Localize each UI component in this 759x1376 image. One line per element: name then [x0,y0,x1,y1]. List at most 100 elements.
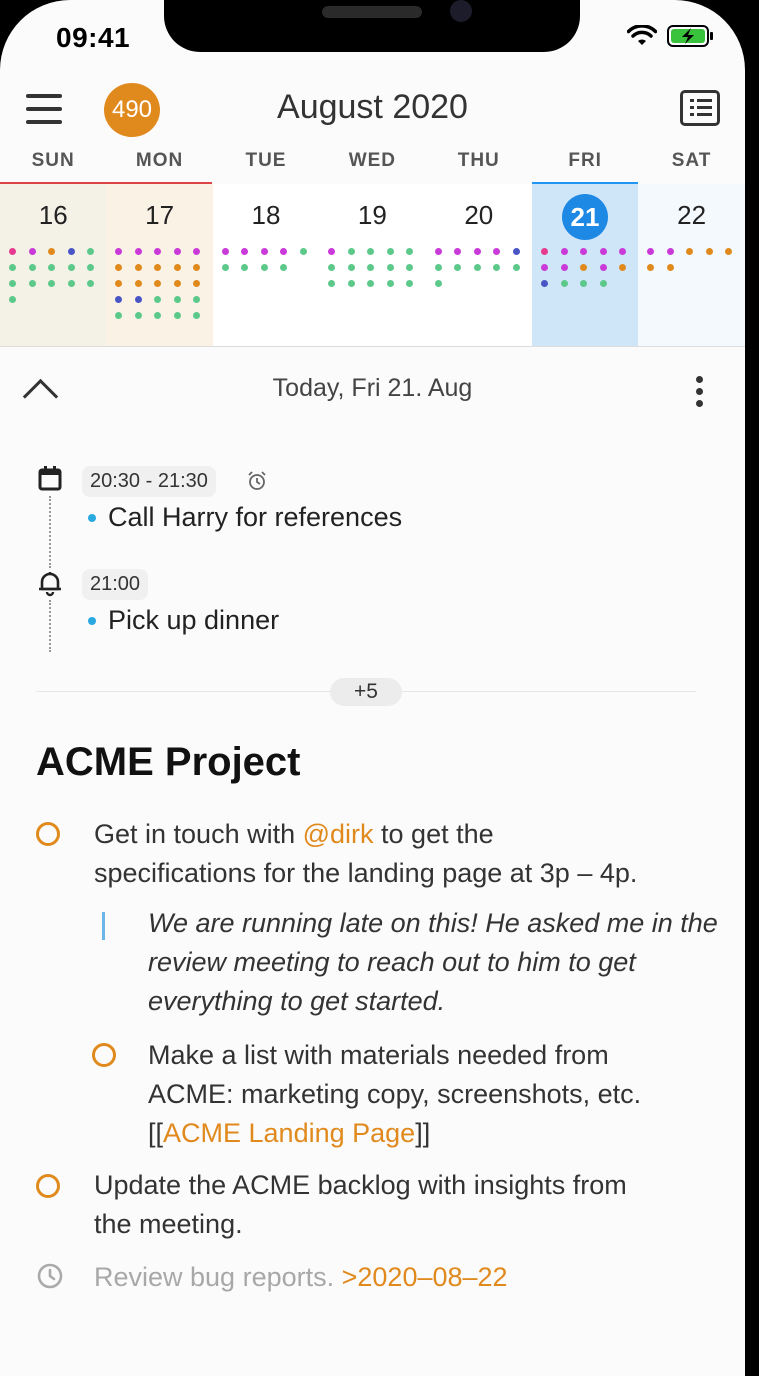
mention-link[interactable]: @dirk [303,819,374,849]
app-screen: 09:41 490 August 2020 SUN MON TUE WED TH… [0,0,745,1376]
event-time: 20:30 - 21:30 [82,466,216,497]
event-dot [193,248,201,255]
event-dot [454,264,462,271]
event-dot [67,248,75,255]
event-dot [473,248,481,255]
event-dot [541,264,548,271]
event-dot [154,280,162,287]
task-checkbox[interactable] [36,822,60,846]
event-dot [48,248,55,255]
event-dot [154,248,162,255]
event-dot [280,248,288,255]
event-dot [580,280,587,287]
event-dot [560,280,568,287]
event-dot [347,280,355,287]
day-cell-16[interactable]: 16 [0,184,107,346]
day-cell-21[interactable]: 21 [532,184,639,346]
scheduled-task[interactable]: Review bug reports. >2020–08–22 [94,1258,724,1297]
event-dot [386,248,394,255]
event-dot [260,248,268,255]
event-title: Call Harry for references [108,502,403,532]
event-dot [725,248,733,255]
agenda-title: Today, Fri 21. Aug [272,374,473,402]
page-link[interactable]: ACME Landing Page [163,1118,415,1148]
event-dot [115,280,123,287]
task-checkbox[interactable] [36,1174,60,1198]
timeline-connector [49,496,51,568]
calendar-icon [38,466,62,491]
event-dot [541,248,548,255]
event-dot [367,280,375,287]
link-bracket: ]] [415,1118,431,1148]
event-dot [193,312,201,319]
wifi-icon [627,25,657,45]
event-dot [406,280,414,287]
event-dot [386,280,394,287]
event-dot [434,280,442,287]
event-dot [241,264,249,271]
task-text: Get in touch with [94,819,303,849]
event-dot [115,312,123,319]
event-dot [67,264,75,271]
event-dot [599,248,607,255]
more-events-button[interactable]: +5 [330,678,402,706]
task-item[interactable]: Get in touch with @dirk to get the speci… [94,815,724,893]
event-dot [560,264,568,271]
month-title[interactable]: August 2020 [0,88,745,127]
event-dot [347,264,355,271]
subtask-text-line2: ACME: marketing copy, screenshots, etc. [148,1079,642,1109]
day-number: 18 [251,200,281,230]
event-dot [221,264,229,271]
day-number: 22 [677,200,707,230]
event-dot [406,248,414,255]
day-number: 20 [464,200,494,230]
more-options-icon[interactable] [696,376,704,412]
event-dot [193,280,201,287]
device-notch [164,0,580,52]
task-item[interactable]: Update the ACME backlog with insights fr… [94,1166,724,1244]
event-dot [193,296,201,303]
event-dot [221,248,229,255]
weekday-sat: SAT [671,150,712,171]
event-dot [647,248,655,255]
event-dot [493,248,501,255]
event-dot [134,264,142,271]
event-dot [48,264,55,271]
day-cell-22[interactable]: 22 [638,184,745,346]
event-dot [115,264,123,271]
alarm-clock-icon [248,471,266,490]
event-dot [454,248,462,255]
event-dot [512,248,520,255]
status-icons [627,24,715,48]
event-dot [386,264,394,271]
scheduled-date-link[interactable]: >2020–08–22 [342,1262,508,1292]
weekday-wed: WED [348,150,397,171]
weekday-mon: MON [135,150,184,171]
event-dot [541,280,548,287]
task-text-line1: Get in touch with @dirk to get the [94,815,724,854]
task-text-line2: the meeting. [94,1209,243,1239]
event-dot [28,280,36,287]
subtask-checkbox[interactable] [92,1043,116,1067]
event-dot [619,264,626,271]
event-dot [299,248,307,255]
day-cell-20[interactable]: 20 [425,184,532,346]
event-dot [173,312,181,319]
bell-icon [39,572,61,597]
list-view-icon[interactable] [680,90,720,126]
event-dot [28,248,36,255]
event-dot [134,296,142,303]
event-dot [87,280,94,287]
day-cell-18[interactable]: 18 [212,184,320,346]
event-dot [599,264,607,271]
event-dot [28,264,36,271]
event-dot [241,248,249,255]
day-cell-19[interactable]: 19 [319,184,426,346]
day-cell-17[interactable]: 17 [106,184,213,346]
battery-icon [667,25,713,47]
event-dot [367,264,375,271]
event-dot [173,264,181,271]
subtask-item[interactable]: Make a list with materials needed from A… [148,1036,728,1153]
task-text: to get the [373,819,494,849]
scheduled-task-text: Review bug reports. [94,1262,342,1292]
